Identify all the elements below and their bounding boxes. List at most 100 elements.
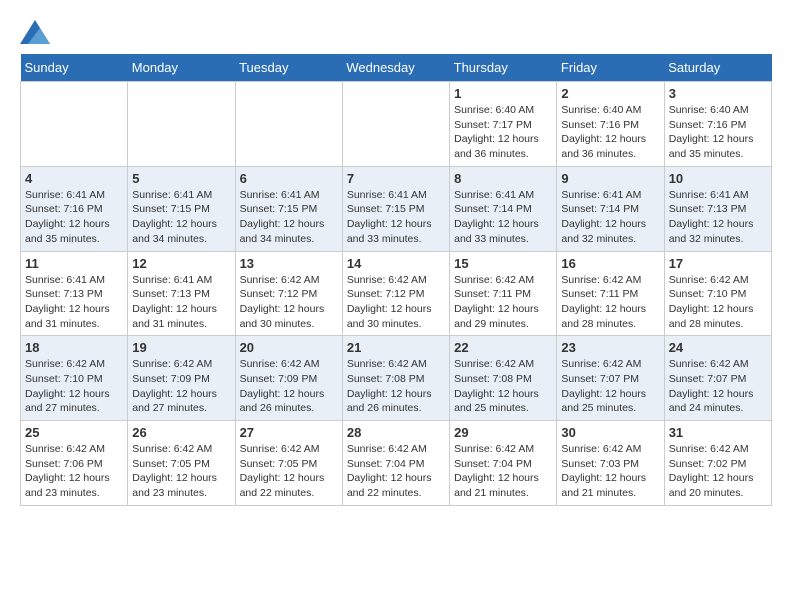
calendar-week-3: 11 Sunrise: 6:41 AM Sunset: 7:13 PM Dayli…: [21, 251, 772, 336]
day-info: Sunrise: 6:42 AM Sunset: 7:11 PM Dayligh…: [454, 273, 552, 332]
calendar-cell: 11 Sunrise: 6:41 AM Sunset: 7:13 PM Dayli…: [21, 251, 128, 336]
day-number: 12: [132, 256, 230, 271]
calendar-cell: [21, 82, 128, 167]
day-number: 29: [454, 425, 552, 440]
day-number: 3: [669, 86, 767, 101]
day-of-week-wednesday: Wednesday: [342, 54, 449, 82]
day-info: Sunrise: 6:42 AM Sunset: 7:03 PM Dayligh…: [561, 442, 659, 501]
day-number: 23: [561, 340, 659, 355]
day-number: 27: [240, 425, 338, 440]
day-number: 16: [561, 256, 659, 271]
calendar-cell: [128, 82, 235, 167]
day-number: 10: [669, 171, 767, 186]
calendar-cell: 30 Sunrise: 6:42 AM Sunset: 7:03 PM Dayli…: [557, 421, 664, 506]
day-info: Sunrise: 6:42 AM Sunset: 7:09 PM Dayligh…: [240, 357, 338, 416]
day-info: Sunrise: 6:42 AM Sunset: 7:05 PM Dayligh…: [132, 442, 230, 501]
calendar-cell: 18 Sunrise: 6:42 AM Sunset: 7:10 PM Dayli…: [21, 336, 128, 421]
calendar-week-5: 25 Sunrise: 6:42 AM Sunset: 7:06 PM Dayli…: [21, 421, 772, 506]
calendar-cell: 6 Sunrise: 6:41 AM Sunset: 7:15 PM Daylig…: [235, 166, 342, 251]
calendar-cell: 22 Sunrise: 6:42 AM Sunset: 7:08 PM Dayli…: [450, 336, 557, 421]
day-info: Sunrise: 6:41 AM Sunset: 7:13 PM Dayligh…: [669, 188, 767, 247]
day-number: 31: [669, 425, 767, 440]
day-info: Sunrise: 6:42 AM Sunset: 7:04 PM Dayligh…: [347, 442, 445, 501]
calendar-cell: 21 Sunrise: 6:42 AM Sunset: 7:08 PM Dayli…: [342, 336, 449, 421]
day-info: Sunrise: 6:42 AM Sunset: 7:04 PM Dayligh…: [454, 442, 552, 501]
day-info: Sunrise: 6:41 AM Sunset: 7:14 PM Dayligh…: [454, 188, 552, 247]
calendar-table: SundayMondayTuesdayWednesdayThursdayFrid…: [20, 54, 772, 506]
day-info: Sunrise: 6:41 AM Sunset: 7:15 PM Dayligh…: [240, 188, 338, 247]
calendar-cell: 26 Sunrise: 6:42 AM Sunset: 7:05 PM Dayli…: [128, 421, 235, 506]
calendar-cell: 31 Sunrise: 6:42 AM Sunset: 7:02 PM Dayli…: [664, 421, 771, 506]
day-info: Sunrise: 6:41 AM Sunset: 7:15 PM Dayligh…: [132, 188, 230, 247]
calendar-cell: 20 Sunrise: 6:42 AM Sunset: 7:09 PM Dayli…: [235, 336, 342, 421]
day-number: 17: [669, 256, 767, 271]
calendar-week-4: 18 Sunrise: 6:42 AM Sunset: 7:10 PM Dayli…: [21, 336, 772, 421]
day-info: Sunrise: 6:42 AM Sunset: 7:12 PM Dayligh…: [347, 273, 445, 332]
calendar-cell: 2 Sunrise: 6:40 AM Sunset: 7:16 PM Daylig…: [557, 82, 664, 167]
logo: [20, 20, 54, 44]
calendar-cell: 25 Sunrise: 6:42 AM Sunset: 7:06 PM Dayli…: [21, 421, 128, 506]
day-number: 28: [347, 425, 445, 440]
day-number: 11: [25, 256, 123, 271]
calendar-cell: 5Sunrise: 6:41 AM Sunset: 7:15 PM Daylig…: [128, 166, 235, 251]
day-number: 4: [25, 171, 123, 186]
day-number: 2: [561, 86, 659, 101]
day-info: Sunrise: 6:42 AM Sunset: 7:08 PM Dayligh…: [347, 357, 445, 416]
calendar-cell: [235, 82, 342, 167]
day-info: Sunrise: 6:42 AM Sunset: 7:11 PM Dayligh…: [561, 273, 659, 332]
day-number: 8: [454, 171, 552, 186]
calendar-cell: 10 Sunrise: 6:41 AM Sunset: 7:13 PM Dayli…: [664, 166, 771, 251]
calendar-cell: 27 Sunrise: 6:42 AM Sunset: 7:05 PM Dayli…: [235, 421, 342, 506]
calendar-cell: 12 Sunrise: 6:41 AM Sunset: 7:13 PM Dayli…: [128, 251, 235, 336]
calendar-cell: [342, 82, 449, 167]
calendar-week-1: 1Sunrise: 6:40 AM Sunset: 7:17 PM Daylig…: [21, 82, 772, 167]
header: [20, 20, 772, 44]
day-number: 21: [347, 340, 445, 355]
day-info: Sunrise: 6:41 AM Sunset: 7:13 PM Dayligh…: [132, 273, 230, 332]
calendar-week-2: 4Sunrise: 6:41 AM Sunset: 7:16 PM Daylig…: [21, 166, 772, 251]
day-info: Sunrise: 6:42 AM Sunset: 7:12 PM Dayligh…: [240, 273, 338, 332]
day-info: Sunrise: 6:40 AM Sunset: 7:16 PM Dayligh…: [669, 103, 767, 162]
day-info: Sunrise: 6:42 AM Sunset: 7:02 PM Dayligh…: [669, 442, 767, 501]
day-info: Sunrise: 6:42 AM Sunset: 7:10 PM Dayligh…: [25, 357, 123, 416]
calendar-cell: 8 Sunrise: 6:41 AM Sunset: 7:14 PM Daylig…: [450, 166, 557, 251]
day-number: 22: [454, 340, 552, 355]
day-info: Sunrise: 6:42 AM Sunset: 7:06 PM Dayligh…: [25, 442, 123, 501]
day-of-week-saturday: Saturday: [664, 54, 771, 82]
day-info: Sunrise: 6:42 AM Sunset: 7:10 PM Dayligh…: [669, 273, 767, 332]
calendar-cell: 9Sunrise: 6:41 AM Sunset: 7:14 PM Daylig…: [557, 166, 664, 251]
day-number: 30: [561, 425, 659, 440]
day-info: Sunrise: 6:42 AM Sunset: 7:08 PM Dayligh…: [454, 357, 552, 416]
day-number: 25: [25, 425, 123, 440]
day-number: 18: [25, 340, 123, 355]
day-number: 19: [132, 340, 230, 355]
day-of-week-sunday: Sunday: [21, 54, 128, 82]
day-of-week-tuesday: Tuesday: [235, 54, 342, 82]
day-info: Sunrise: 6:42 AM Sunset: 7:09 PM Dayligh…: [132, 357, 230, 416]
calendar-cell: 19 Sunrise: 6:42 AM Sunset: 7:09 PM Dayli…: [128, 336, 235, 421]
calendar-cell: 3 Sunrise: 6:40 AM Sunset: 7:16 PM Daylig…: [664, 82, 771, 167]
calendar-cell: 7Sunrise: 6:41 AM Sunset: 7:15 PM Daylig…: [342, 166, 449, 251]
day-number: 20: [240, 340, 338, 355]
calendar-cell: 24Sunrise: 6:42 AM Sunset: 7:07 PM Dayli…: [664, 336, 771, 421]
day-info: Sunrise: 6:42 AM Sunset: 7:05 PM Dayligh…: [240, 442, 338, 501]
day-info: Sunrise: 6:40 AM Sunset: 7:17 PM Dayligh…: [454, 103, 552, 162]
logo-icon: [20, 20, 50, 44]
calendar-cell: 15 Sunrise: 6:42 AM Sunset: 7:11 PM Dayli…: [450, 251, 557, 336]
calendar-cell: 1Sunrise: 6:40 AM Sunset: 7:17 PM Daylig…: [450, 82, 557, 167]
day-info: Sunrise: 6:42 AM Sunset: 7:07 PM Dayligh…: [669, 357, 767, 416]
day-number: 13: [240, 256, 338, 271]
calendar-header-row: SundayMondayTuesdayWednesdayThursdayFrid…: [21, 54, 772, 82]
day-number: 26: [132, 425, 230, 440]
calendar-cell: 29 Sunrise: 6:42 AM Sunset: 7:04 PM Dayli…: [450, 421, 557, 506]
calendar-cell: 4Sunrise: 6:41 AM Sunset: 7:16 PM Daylig…: [21, 166, 128, 251]
day-info: Sunrise: 6:40 AM Sunset: 7:16 PM Dayligh…: [561, 103, 659, 162]
day-info: Sunrise: 6:42 AM Sunset: 7:07 PM Dayligh…: [561, 357, 659, 416]
calendar-cell: 17 Sunrise: 6:42 AM Sunset: 7:10 PM Dayli…: [664, 251, 771, 336]
day-number: 15: [454, 256, 552, 271]
day-of-week-friday: Friday: [557, 54, 664, 82]
day-info: Sunrise: 6:41 AM Sunset: 7:13 PM Dayligh…: [25, 273, 123, 332]
day-info: Sunrise: 6:41 AM Sunset: 7:15 PM Dayligh…: [347, 188, 445, 247]
calendar-cell: 23 Sunrise: 6:42 AM Sunset: 7:07 PM Dayli…: [557, 336, 664, 421]
day-number: 6: [240, 171, 338, 186]
